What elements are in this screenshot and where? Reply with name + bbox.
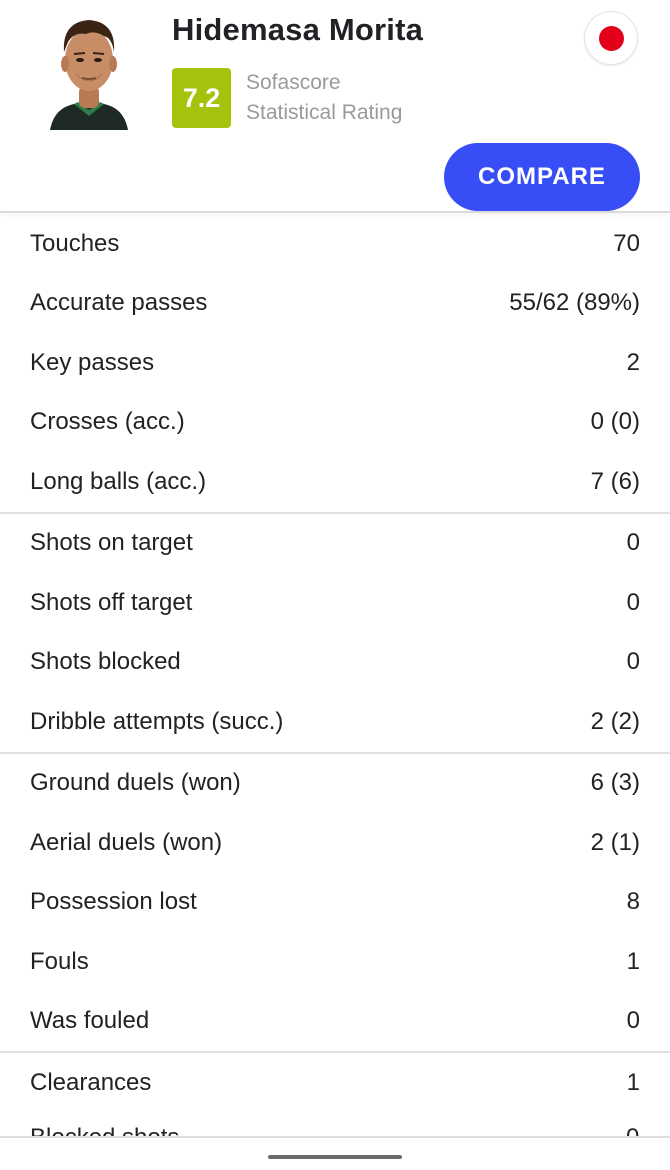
compare-button[interactable]: COMPARE: [444, 143, 640, 211]
stat-label: Touches: [30, 229, 120, 257]
player-photo-icon: [50, 20, 128, 130]
stat-value: 55/62 (89%): [509, 289, 640, 317]
stat-row: Accurate passes 55/62 (89%): [0, 274, 670, 334]
stat-row: Touches 70: [0, 214, 670, 274]
stat-value: 70: [613, 229, 640, 257]
stat-row: Ground duels (won) 6 (3): [0, 754, 670, 814]
rating-label-line1: Sofascore: [246, 71, 341, 94]
stat-row: Shots blocked 0: [0, 633, 670, 693]
stat-row: Long balls (acc.) 7 (6): [0, 452, 670, 512]
stat-value: 0: [626, 648, 640, 676]
rating-label: Sofascore Statistical Rating: [246, 68, 402, 128]
stat-label: Dribble attempts (succ.): [30, 707, 284, 735]
player-stats-sheet: Hidemasa Morita 7.2 Sofascore Statistica…: [0, 0, 670, 1170]
stat-group-defence: Clearances 1: [0, 1053, 670, 1113]
stat-label: Fouls: [30, 947, 89, 975]
stat-label: Shots on target: [30, 529, 193, 557]
stats-list: Touches 70 Accurate passes 55/62 (89%) Key…: [0, 214, 670, 1113]
japan-flag-icon: [584, 11, 638, 65]
flag-red-disc: [598, 25, 624, 51]
stat-row: Crosses (acc.) 0 (0): [0, 393, 670, 453]
stat-label: Shots blocked: [30, 648, 181, 676]
stat-value: 8: [626, 888, 640, 916]
stat-value: 7 (6): [590, 467, 640, 495]
stat-row: Shots off target 0: [0, 573, 670, 633]
player-avatar: [46, 8, 132, 130]
rating-label-line2: Statistical Rating: [246, 101, 403, 124]
stat-value: 0: [626, 529, 640, 557]
stat-value: 1: [626, 1068, 640, 1096]
stat-value: 2: [626, 348, 640, 376]
stat-row: Dribble attempts (succ.) 2 (2): [0, 692, 670, 752]
stat-row: Shots on target 0: [0, 514, 670, 574]
stat-value: 2 (1): [590, 828, 640, 856]
stat-label: Ground duels (won): [30, 769, 241, 797]
stat-group-attack: Shots on target 0 Shots off target 0 Shots…: [0, 514, 670, 754]
home-indicator[interactable]: [268, 1155, 402, 1159]
stat-label: Was fouled: [30, 1007, 150, 1035]
stat-row: Fouls 1: [0, 932, 670, 992]
player-name: Hidemasa Morita: [172, 12, 424, 47]
stat-label: Shots off target: [30, 588, 193, 616]
stat-label: Possession lost: [30, 888, 197, 916]
stat-row: Aerial duels (won) 2 (1): [0, 813, 670, 873]
stat-label: Long balls (acc.): [30, 467, 207, 495]
header-divider: [0, 211, 670, 213]
stat-label: Aerial duels (won): [30, 828, 223, 856]
stat-row: Clearances 1: [0, 1053, 670, 1113]
stat-value: 0: [626, 1007, 640, 1035]
stat-group-passing: Touches 70 Accurate passes 55/62 (89%) Key…: [0, 214, 670, 514]
stat-value: 1: [626, 947, 640, 975]
player-header: Hidemasa Morita 7.2 Sofascore Statistica…: [0, 0, 670, 213]
stat-group-duels: Ground duels (won) 6 (3) Aerial duels (wo…: [0, 754, 670, 1053]
rating-badge: 7.2: [172, 68, 231, 128]
stat-row: Possession lost 8: [0, 873, 670, 933]
stat-value: 0: [626, 588, 640, 616]
stat-value: 2 (2): [590, 707, 640, 735]
stat-row: Was fouled 0: [0, 992, 670, 1052]
bottom-bar: [0, 1136, 670, 1170]
stat-label: Crosses (acc.): [30, 408, 185, 436]
stat-row: Key passes 2: [0, 333, 670, 393]
stat-label: Accurate passes: [30, 289, 208, 317]
stat-value: 6 (3): [590, 769, 640, 797]
stat-label: Key passes: [30, 348, 155, 376]
stat-value: 0 (0): [590, 408, 640, 436]
stat-label: Clearances: [30, 1068, 152, 1096]
